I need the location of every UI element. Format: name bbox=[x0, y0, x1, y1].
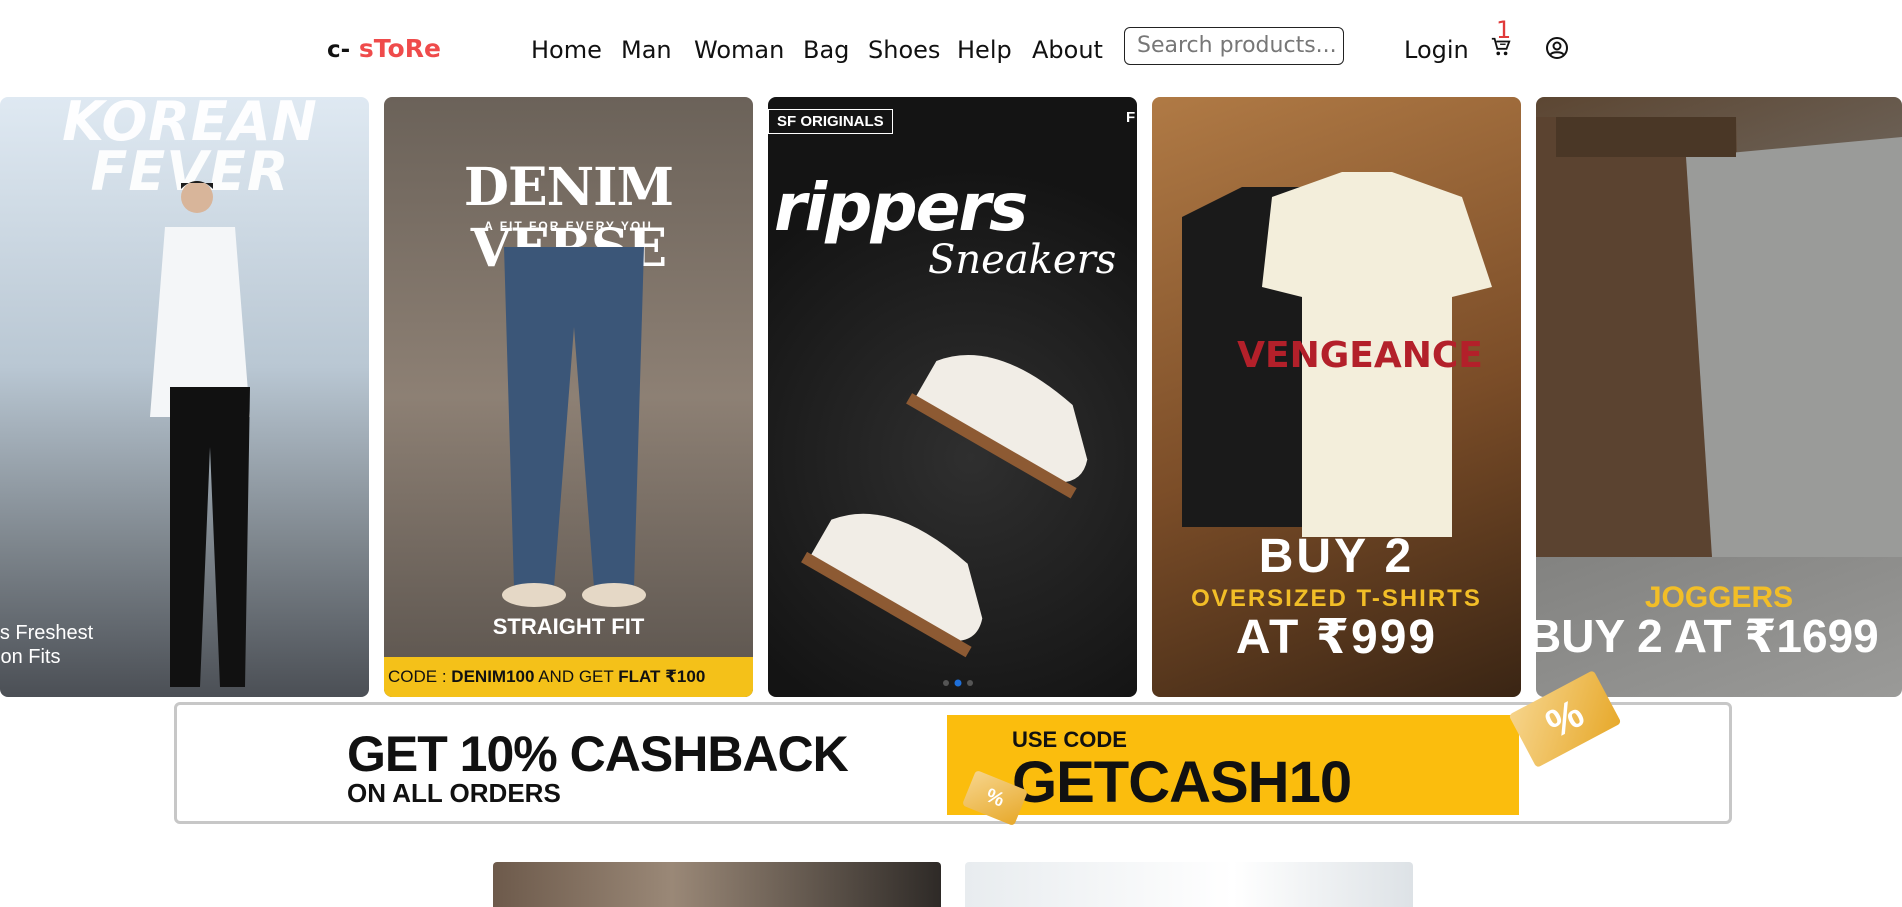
sneakers-illustration bbox=[801, 355, 1088, 658]
nav-home[interactable]: Home bbox=[531, 36, 602, 64]
nav-man[interactable]: Man bbox=[621, 36, 672, 64]
code-value: DENIM100 bbox=[451, 667, 535, 686]
category-card[interactable] bbox=[965, 862, 1413, 907]
cashback-banner[interactable]: GET 10% CASHBACK ON ALL ORDERS USE CODE … bbox=[174, 669, 1732, 827]
slide-tagline: STRAIGHT FIT bbox=[492, 614, 645, 639]
coupon-code: GETCASH10 bbox=[1012, 750, 1352, 815]
nav-shoes[interactable]: Shoes bbox=[868, 36, 940, 64]
slide-denim-verse[interactable]: DENIM VERSE A FIT FOR EVERY YOU STRAIGHT… bbox=[384, 97, 753, 697]
joggers-illustration bbox=[1536, 117, 1902, 557]
slide-line-3: AT ₹999 bbox=[1235, 611, 1438, 664]
cart-icon[interactable] bbox=[1490, 36, 1512, 58]
code-flat: FLAT ₹100 bbox=[618, 667, 706, 686]
slide-line-1: BUY 2 bbox=[1258, 530, 1415, 583]
slide-title: rippers bbox=[774, 169, 1028, 246]
model-illustration bbox=[150, 181, 250, 687]
coupon-code-band: USE CODE GETCASH10 bbox=[947, 715, 1519, 815]
tshirt-illustration: VENGEANCE bbox=[1182, 172, 1492, 537]
code-mid: AND GET bbox=[534, 667, 619, 686]
nav-bag[interactable]: Bag bbox=[803, 36, 849, 64]
nav-about[interactable]: About bbox=[1032, 36, 1103, 64]
slide-joggers[interactable]: JOGGERS BUY 2 AT ₹1699 bbox=[1536, 97, 1902, 697]
slide-korean-fever[interactable]: KOREAN FEVER 's Freshest ion Fits bbox=[0, 97, 369, 697]
nav-woman[interactable]: Woman bbox=[694, 36, 784, 64]
nav-help[interactable]: Help bbox=[957, 36, 1012, 64]
code-prefix: CODE : bbox=[388, 667, 452, 686]
login-link[interactable]: Login bbox=[1404, 36, 1469, 64]
slide-rippers-sneakers[interactable]: SF ORIGINALS F rippers Sneakers bbox=[768, 97, 1137, 697]
slide-subtitle: A FIT FOR EVERY YOU bbox=[484, 219, 653, 233]
category-card[interactable] bbox=[493, 862, 941, 907]
top-navbar: c- sToRe Home Man Woman Bag Shoes Help A… bbox=[0, 0, 1902, 97]
promo-carousel[interactable]: KOREAN FEVER 's Freshest ion Fits DENIM … bbox=[0, 97, 1902, 697]
slide-oversized-tshirts[interactable]: VENGEANCE BUY 2 OVERSIZED T-SHIRTS AT ₹9… bbox=[1152, 97, 1521, 697]
logo-prefix: c- bbox=[327, 37, 351, 63]
denim-illustration bbox=[502, 247, 646, 607]
brand-letter: F bbox=[1126, 109, 1136, 126]
slide-script: Sneakers bbox=[928, 237, 1117, 283]
user-account-icon[interactable] bbox=[1545, 36, 1569, 60]
brand-tag: SF ORIGINALS bbox=[768, 109, 893, 134]
slide-caption: 's Freshest ion Fits bbox=[0, 622, 94, 668]
logo-brand: sToRe bbox=[358, 34, 441, 63]
svg-text:VENGEANCE: VENGEANCE bbox=[1237, 335, 1483, 376]
search-input[interactable]: Search products... bbox=[1124, 27, 1344, 65]
carousel-indicator[interactable] bbox=[938, 679, 978, 687]
slide-price: BUY 2 AT ₹1699 bbox=[1536, 610, 1879, 662]
cashback-headline: GET 10% CASHBACK bbox=[347, 726, 849, 782]
cashback-subline: ON ALL ORDERS bbox=[347, 778, 561, 808]
coupon-strip: CODE : DENIM100 AND GET FLAT ₹100 bbox=[384, 657, 753, 697]
store-logo[interactable]: c- sToRe bbox=[327, 34, 441, 63]
